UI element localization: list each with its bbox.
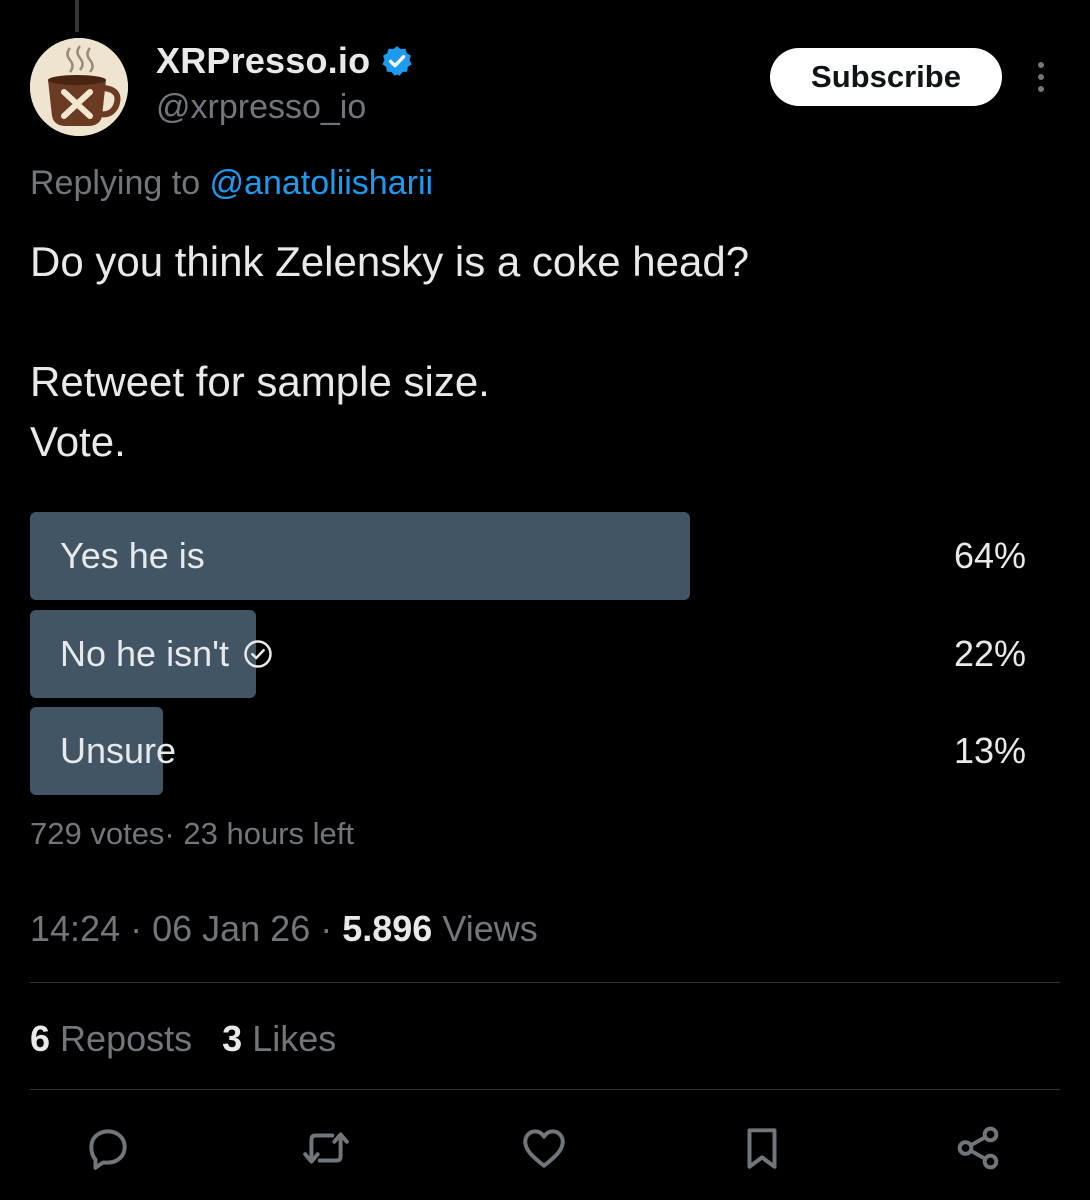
reposts-label: Reposts [60,1018,193,1059]
repost-icon [303,1132,349,1164]
replying-to: Replying to @anatoliisharii [30,164,433,203]
tweet-text-line: Vote. [30,418,126,465]
heart-icon [523,1129,565,1168]
author-display-name[interactable]: XRPresso.io [156,40,370,82]
tweet-date[interactable]: 06 Jan 26 [152,908,310,949]
action-bar [0,1118,1090,1178]
poll-option-percent: 64% [953,535,1026,576]
likes-label: Likes [252,1018,337,1059]
poll-option-yes[interactable]: Yes he is 64% [30,512,1030,600]
views-label: Views [442,908,538,949]
reposts-stat[interactable]: 6 Reposts [30,1018,192,1059]
poll-meta: 729 votes· 23 hours left [30,816,354,851]
more-options-icon[interactable] [1030,62,1052,96]
bookmark-button[interactable] [732,1118,792,1178]
views-count: 5.896 [342,908,433,949]
reply-button[interactable] [78,1118,138,1178]
divider [30,982,1060,983]
tweet-text: Do you think Zelensky is a coke head? Re… [30,232,1060,472]
poll-option-label: Unsure [60,730,177,771]
likes-count: 3 [222,1018,243,1059]
voted-check-icon [244,639,272,668]
thread-connector-line [75,0,79,32]
tweet-timestamp: 14:24 · 06 Jan 26 · 5.896 Views [30,908,538,949]
coffee-cup-icon [30,38,128,136]
poll-option-percent: 13% [953,730,1026,771]
poll: Yes he is 64% No he isn't 22% Unsure 13% [30,512,1030,805]
share-button[interactable] [948,1118,1008,1178]
bookmark-icon [747,1128,777,1169]
repost-button[interactable] [296,1118,356,1178]
divider [30,1089,1060,1090]
poll-option-label: No he isn't [60,632,229,674]
tweet-time[interactable]: 14:24 [30,908,120,949]
poll-option-label: Yes he is [60,535,205,576]
share-icon [957,1126,999,1170]
reply-mention-link[interactable]: @anatoliisharii [210,164,434,202]
like-button[interactable] [514,1118,574,1178]
replying-to-prefix: Replying to [30,164,210,202]
reposts-count: 6 [30,1018,51,1059]
tweet-text-line: Retweet for sample size. [30,358,490,405]
poll-option-unsure[interactable]: Unsure 13% [30,707,1030,795]
poll-option-percent: 22% [953,632,1026,674]
reply-icon [89,1129,127,1170]
engagement-stats: 6 Reposts 3 Likes [30,1018,336,1060]
verified-badge-icon [382,46,412,76]
author-handle[interactable]: @xrpresso_io [156,88,366,127]
likes-stat[interactable]: 3 Likes [222,1018,336,1059]
tweet-text-line: Do you think Zelensky is a coke head? [30,238,750,285]
avatar[interactable] [30,38,128,136]
poll-option-no[interactable]: No he isn't 22% [30,609,1030,698]
author-name-row: XRPresso.io [156,40,414,82]
subscribe-button[interactable]: Subscribe [770,48,1002,106]
